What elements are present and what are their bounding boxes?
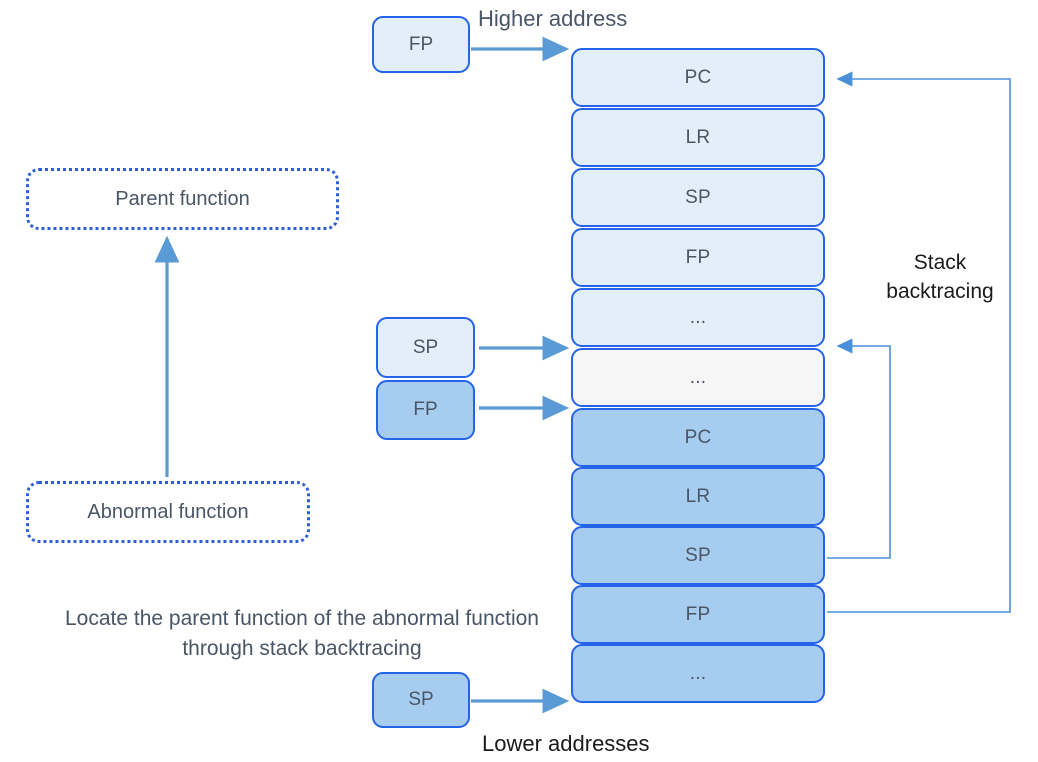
register-label: FP: [413, 399, 438, 420]
function-box-label: Parent function: [115, 187, 250, 210]
label-lower-addresses: Lower addresses: [482, 731, 650, 756]
diagram-canvas: PC LR SP FP ... ... PC LR SP FP ... FP S…: [0, 0, 1038, 762]
stack-cell-label: SP: [685, 544, 711, 566]
stack-cell-label: PC: [684, 426, 712, 448]
stack-cell-label: FP: [685, 246, 711, 268]
stack-cell-fp-upper[interactable]: FP: [571, 228, 825, 287]
label-diagram-caption: Locate the parent function of the abnorm…: [65, 607, 539, 660]
register-label: SP: [412, 336, 439, 358]
stack-cell-sp-upper[interactable]: SP: [571, 168, 825, 227]
label-stack-backtracing: Stack backtracing: [886, 251, 994, 303]
register-fp-middle[interactable]: FP: [376, 380, 475, 440]
stack-cell-sp-lower[interactable]: SP: [571, 526, 825, 585]
function-box-label: Abnormal function: [87, 500, 249, 523]
stack-cell-pc-upper[interactable]: PC: [571, 48, 825, 107]
stack-cell-label: LR: [685, 126, 711, 148]
stack-cell-label: FP: [685, 603, 711, 625]
register-label: FP: [408, 33, 434, 55]
stack-cell-fp-lower[interactable]: FP: [571, 585, 825, 644]
label-higher-address: Higher address: [478, 6, 628, 31]
backtrace-outer-path: [827, 71, 1011, 613]
function-box-abnormal[interactable]: Abnormal function: [26, 481, 310, 543]
stack-cell-ellipsis-upper[interactable]: ...: [571, 288, 825, 347]
register-sp-bottom[interactable]: SP: [372, 672, 470, 728]
stack-cell-pc-lower[interactable]: PC: [571, 408, 825, 467]
register-label: SP: [408, 689, 434, 710]
stack-cell-ellipsis-lower[interactable]: ...: [571, 644, 825, 703]
stack-cell-label: LR: [685, 485, 711, 507]
stack-cell-label: ...: [689, 306, 707, 328]
backtrace-inner-path: [827, 338, 891, 559]
stack-cell-label: SP: [685, 186, 711, 208]
stack-cell-label: ...: [689, 366, 707, 388]
stack-cell-lr-lower[interactable]: LR: [571, 467, 825, 526]
function-box-parent[interactable]: Parent function: [26, 168, 339, 230]
register-fp-top[interactable]: FP: [372, 16, 470, 73]
stack-cell-label: ...: [689, 662, 707, 684]
register-sp-middle[interactable]: SP: [376, 317, 475, 378]
stack-cell-lr-upper[interactable]: LR: [571, 108, 825, 167]
stack-cell-ellipsis-gap[interactable]: ...: [571, 348, 825, 407]
stack-cell-label: PC: [684, 66, 712, 88]
